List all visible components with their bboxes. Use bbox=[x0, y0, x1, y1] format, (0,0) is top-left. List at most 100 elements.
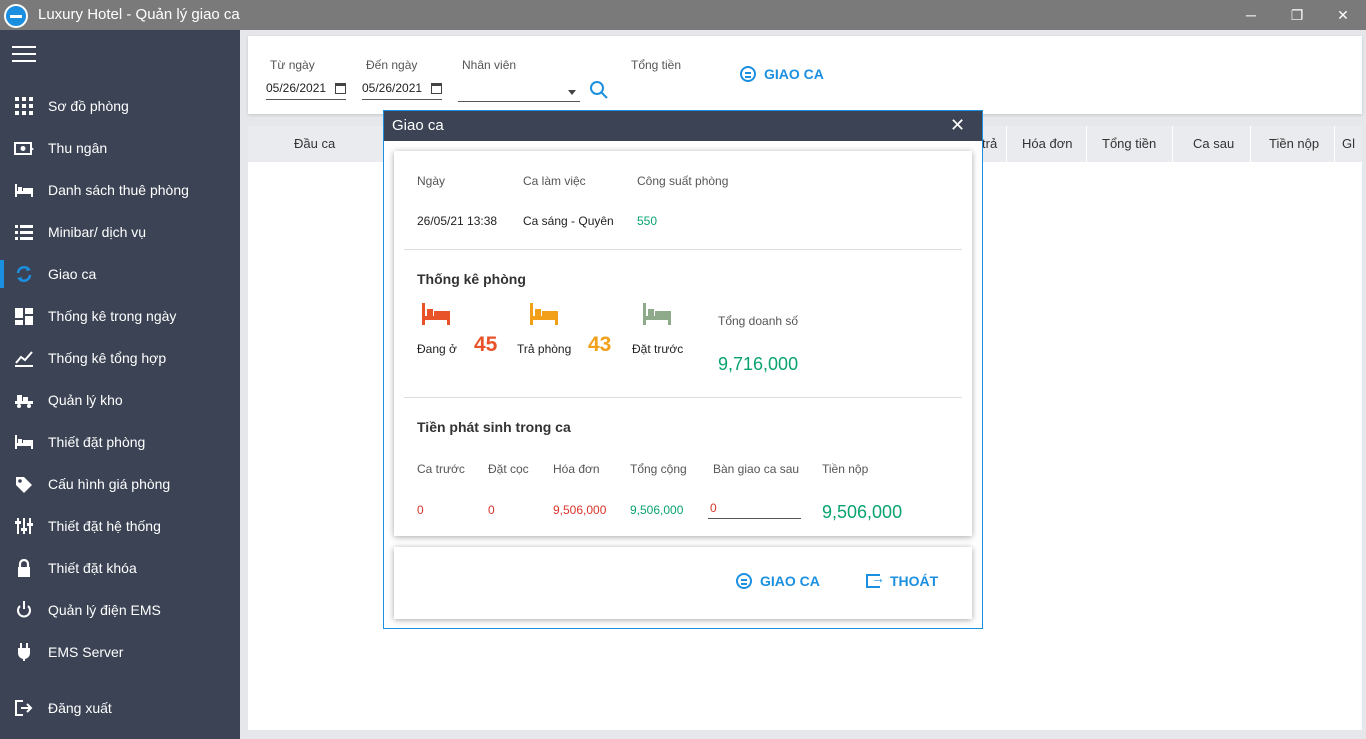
sidebar-item-daily-stats[interactable]: Thống kê trong ngày bbox=[0, 298, 240, 334]
sidebar-item-lock-settings[interactable]: Thiết đặt khóa bbox=[0, 550, 240, 586]
search-icon[interactable] bbox=[589, 80, 609, 100]
shift-money-title: Tiền phát sinh trong ca bbox=[417, 419, 571, 435]
sidebar-item-label: Danh sách thuê phòng bbox=[48, 182, 189, 198]
capacity-label: Công suất phòng bbox=[637, 174, 729, 188]
column-divider bbox=[1006, 126, 1007, 162]
column-header: Gl bbox=[1342, 136, 1355, 151]
filter-bar: Từ ngày 05/26/2021 Đến ngày 05/26/2021 N… bbox=[248, 36, 1362, 114]
close-icon[interactable]: ✕ bbox=[950, 115, 965, 136]
total-label: Tổng tiền bbox=[631, 58, 682, 72]
sidebar-item-room-map[interactable]: Sơ đồ phòng bbox=[0, 88, 240, 124]
sidebar-item-minibar[interactable]: Minibar/ dịch vụ bbox=[0, 214, 240, 250]
sidebar-item-label: Thiết đặt hệ thống bbox=[48, 518, 161, 534]
deposit-label: Đặt cọc bbox=[488, 462, 529, 476]
room-icon bbox=[15, 435, 33, 449]
sidebar-item-label: Thống kê tổng hợp bbox=[48, 350, 167, 366]
reserved-bed-icon bbox=[643, 303, 671, 325]
sidebar-item-label: Quản lý kho bbox=[48, 392, 123, 408]
from-date-field[interactable]: 05/26/2021 bbox=[266, 78, 346, 100]
window-title: Luxury Hotel - Quản lý giao ca bbox=[38, 6, 240, 23]
minimize-button[interactable]: ─ bbox=[1228, 0, 1274, 30]
sidebar-item-ems-server[interactable]: EMS Server bbox=[0, 634, 240, 670]
total-sales-label: Tổng doanh số bbox=[718, 314, 799, 328]
cash-icon bbox=[14, 142, 34, 155]
column-header: Hóa đơn bbox=[1022, 136, 1073, 151]
column-header: Tiền nộp bbox=[1269, 136, 1320, 151]
staff-label: Nhân viên bbox=[462, 58, 517, 72]
submit-amount-label: Tiền nộp bbox=[822, 462, 869, 476]
capacity-value: 550 bbox=[637, 214, 658, 228]
giaoca-confirm-label: GIAO CA bbox=[760, 573, 820, 589]
sidebar-item-room-pricing[interactable]: Cấu hình giá phòng bbox=[0, 466, 240, 502]
chevron-down-icon bbox=[568, 90, 576, 95]
menu-icon[interactable] bbox=[12, 46, 36, 64]
giaoca-confirm-button[interactable]: GIAO CA bbox=[736, 573, 820, 589]
sidebar-item-label: Quản lý điện EMS bbox=[48, 602, 161, 618]
logout-icon bbox=[15, 700, 33, 716]
sidebar-item-label: Thiết đặt phòng bbox=[48, 434, 146, 450]
title-bar: Luxury Hotel - Quản lý giao ca ─ ❐ ✕ bbox=[0, 0, 1366, 30]
column-divider bbox=[1172, 126, 1173, 162]
sidebar-item-logout[interactable]: Đăng xuất bbox=[0, 690, 240, 726]
from-date-value: 05/26/2021 bbox=[266, 81, 327, 95]
date-value: 26/05/21 13:38 bbox=[417, 214, 498, 228]
total-sales-value: 9,716,000 bbox=[718, 354, 799, 374]
exit-label: THOÁT bbox=[890, 573, 939, 589]
submit-amount-value: 9,506,000 bbox=[822, 502, 903, 522]
chart-icon bbox=[15, 351, 33, 367]
handover-input[interactable]: 0 bbox=[708, 501, 801, 519]
column-header: trả bbox=[982, 136, 998, 151]
date-label: Ngày bbox=[417, 174, 446, 188]
staff-select[interactable] bbox=[458, 80, 580, 102]
column-header: Tổng tiền bbox=[1102, 136, 1157, 151]
sidebar-item-warehouse[interactable]: Quản lý kho bbox=[0, 382, 240, 418]
sidebar-item-label: Thu ngân bbox=[48, 140, 108, 156]
sidebar-item-label: Thiết đặt khóa bbox=[48, 560, 137, 576]
shift-value: Ca sáng - Quyên bbox=[523, 214, 614, 228]
reserved-label: Đặt trước bbox=[632, 342, 684, 356]
calendar-icon[interactable] bbox=[335, 83, 346, 94]
divider bbox=[404, 397, 962, 398]
to-date-field[interactable]: 05/26/2021 bbox=[362, 78, 442, 100]
prev-shift-value: 0 bbox=[417, 503, 424, 517]
sidebar-item-system-settings[interactable]: Thiết đặt hệ thống bbox=[0, 508, 240, 544]
invoice-value: 9,506,000 bbox=[553, 503, 607, 517]
exchange-icon bbox=[736, 573, 752, 589]
occupied-bed-icon bbox=[422, 303, 450, 325]
sidebar-item-label: Đăng xuất bbox=[48, 700, 112, 716]
power-icon bbox=[17, 601, 31, 618]
total-label: Tổng cộng bbox=[630, 462, 687, 476]
giaoca-top-button[interactable]: GIAO CA bbox=[740, 66, 824, 82]
sidebar-item-label: Giao ca bbox=[48, 266, 97, 282]
lock-icon bbox=[18, 559, 30, 577]
dialog-actions: GIAO CA THOÁT bbox=[394, 547, 972, 619]
sidebar: Sơ đồ phòng Thu ngân Danh sách thuê phòn… bbox=[0, 30, 240, 739]
sidebar-item-summary-stats[interactable]: Thống kê tổng hợp bbox=[0, 340, 240, 376]
sidebar-item-label: EMS Server bbox=[48, 644, 124, 660]
restore-button[interactable]: ❐ bbox=[1274, 0, 1320, 30]
close-window-button[interactable]: ✕ bbox=[1320, 0, 1366, 30]
to-date-value: 05/26/2021 bbox=[362, 81, 423, 95]
divider bbox=[404, 249, 962, 250]
occupied-count: 45 bbox=[474, 333, 498, 356]
column-divider bbox=[1086, 126, 1087, 162]
list-icon bbox=[15, 225, 33, 240]
exit-button[interactable]: THOÁT bbox=[866, 570, 939, 589]
room-stats-title: Thống kê phòng bbox=[417, 271, 526, 287]
shift-summary-card: Ngày 26/05/21 13:38 Ca làm việc Ca sáng … bbox=[394, 151, 972, 536]
sidebar-item-ems-power[interactable]: Quản lý điện EMS bbox=[0, 592, 240, 628]
column-header: Đầu ca bbox=[294, 136, 336, 151]
dialog-title: Giao ca bbox=[392, 117, 444, 134]
sidebar-item-rentals[interactable]: Danh sách thuê phòng bbox=[0, 172, 240, 208]
sidebar-item-label: Sơ đồ phòng bbox=[48, 98, 129, 114]
column-divider bbox=[1334, 126, 1335, 162]
giaoca-dialog: Giao ca ✕ Ngày 26/05/21 13:38 Ca làm việ… bbox=[383, 110, 983, 629]
refresh-icon bbox=[16, 266, 32, 282]
calendar-icon[interactable] bbox=[431, 83, 442, 94]
sidebar-item-room-settings[interactable]: Thiết đặt phòng bbox=[0, 424, 240, 460]
total-value: 9,506,000 bbox=[630, 503, 684, 517]
to-date-label: Đến ngày bbox=[366, 58, 418, 72]
column-header: Ca sau bbox=[1193, 136, 1235, 151]
sidebar-item-shift-handover[interactable]: Giao ca bbox=[0, 256, 240, 292]
sidebar-item-cashier[interactable]: Thu ngân bbox=[0, 130, 240, 166]
